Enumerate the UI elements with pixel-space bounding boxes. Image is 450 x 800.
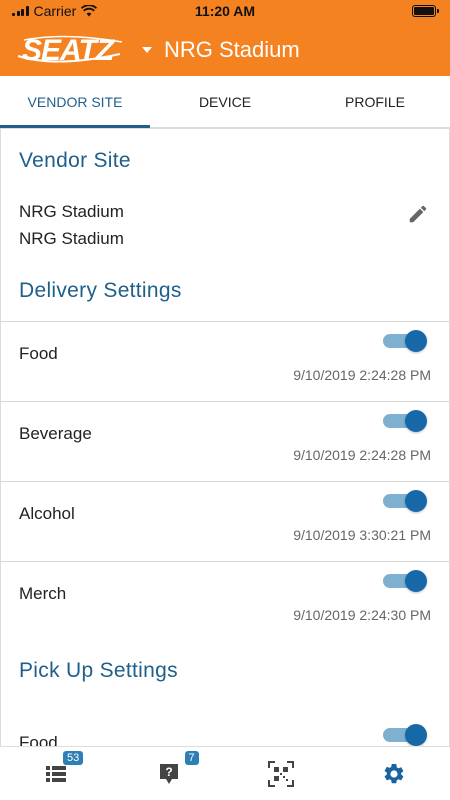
delivery-beverage-label: Beverage xyxy=(19,424,92,443)
nav-scan[interactable] xyxy=(225,747,338,800)
delivery-row-beverage: Beverage 9/10/2019 2:24:28 PM xyxy=(1,401,449,481)
list-icon xyxy=(46,765,67,782)
delivery-merch-label: Merch xyxy=(19,584,67,603)
svg-text:SEATZ: SEATZ xyxy=(22,34,116,66)
pickup-settings-heading: Pick Up Settings xyxy=(19,659,178,682)
app-bar: SEATZ NRG Stadium xyxy=(0,24,450,76)
battery-icon xyxy=(412,5,439,17)
vendor-site-heading: Vendor Site xyxy=(19,149,131,172)
delivery-merch-toggle[interactable] xyxy=(383,570,427,592)
delivery-alcohol-toggle[interactable] xyxy=(383,490,427,512)
delivery-row-merch: Merch 9/10/2019 2:24:30 PM xyxy=(1,561,449,641)
nav-help[interactable]: ? 7 xyxy=(113,747,226,800)
delivery-beverage-timestamp: 9/10/2019 2:24:28 PM xyxy=(293,447,431,463)
bottom-nav: 53 ? 7 xyxy=(0,746,450,800)
delivery-alcohol-label: Alcohol xyxy=(19,504,75,523)
delivery-food-label: Food xyxy=(19,344,58,363)
delivery-settings-heading: Delivery Settings xyxy=(19,279,182,302)
gear-icon xyxy=(384,763,404,783)
delivery-alcohol-timestamp: 9/10/2019 3:30:21 PM xyxy=(293,527,431,543)
help-count-badge: 7 xyxy=(184,751,199,765)
status-bar: Carrier 11:20 AM xyxy=(0,0,450,22)
status-time: 11:20 AM xyxy=(194,3,256,19)
venue-dropdown-button[interactable] xyxy=(138,40,156,60)
orders-count-badge: 53 xyxy=(63,751,84,765)
delivery-row-food: Food 9/10/2019 2:24:28 PM xyxy=(1,321,449,401)
venue-title[interactable]: NRG Stadium xyxy=(164,37,300,63)
delivery-row-alcohol: Alcohol 9/10/2019 3:30:21 PM xyxy=(1,481,449,561)
tab-profile[interactable]: PROFILE xyxy=(300,76,450,127)
tab-bar: VENDOR SITE DEVICE PROFILE xyxy=(0,76,450,128)
tab-vendor-site[interactable]: VENDOR SITE xyxy=(0,76,150,128)
delivery-beverage-toggle[interactable] xyxy=(383,410,427,432)
edit-pencil-icon[interactable] xyxy=(407,203,429,225)
tab-device[interactable]: DEVICE xyxy=(150,76,300,127)
help-question-icon: ? xyxy=(159,763,178,784)
seatz-logo: SEATZ xyxy=(17,34,123,66)
pickup-row-food: Food xyxy=(1,701,449,746)
delivery-food-toggle[interactable] xyxy=(383,330,427,352)
nav-orders[interactable]: 53 xyxy=(0,747,113,800)
settings-card: Vendor Site NRG Stadium NRG Stadium Deli… xyxy=(0,128,450,746)
vendor-site-name: NRG Stadium xyxy=(19,202,124,221)
pickup-food-label: Food xyxy=(19,733,58,746)
delivery-merch-timestamp: 9/10/2019 2:24:30 PM xyxy=(293,607,431,623)
settings-content[interactable]: Vendor Site NRG Stadium NRG Stadium Deli… xyxy=(0,128,450,746)
vendor-site-location: NRG Stadium xyxy=(19,229,124,248)
qr-scan-icon xyxy=(268,760,295,787)
nav-settings[interactable] xyxy=(338,747,450,800)
app-header: Carrier 11:20 AM SEATZ NRG Stadium xyxy=(0,0,450,76)
svg-text:?: ? xyxy=(165,765,172,779)
delivery-food-timestamp: 9/10/2019 2:24:28 PM xyxy=(293,367,431,383)
pickup-food-toggle[interactable] xyxy=(383,724,427,746)
caret-down-icon xyxy=(142,47,152,53)
